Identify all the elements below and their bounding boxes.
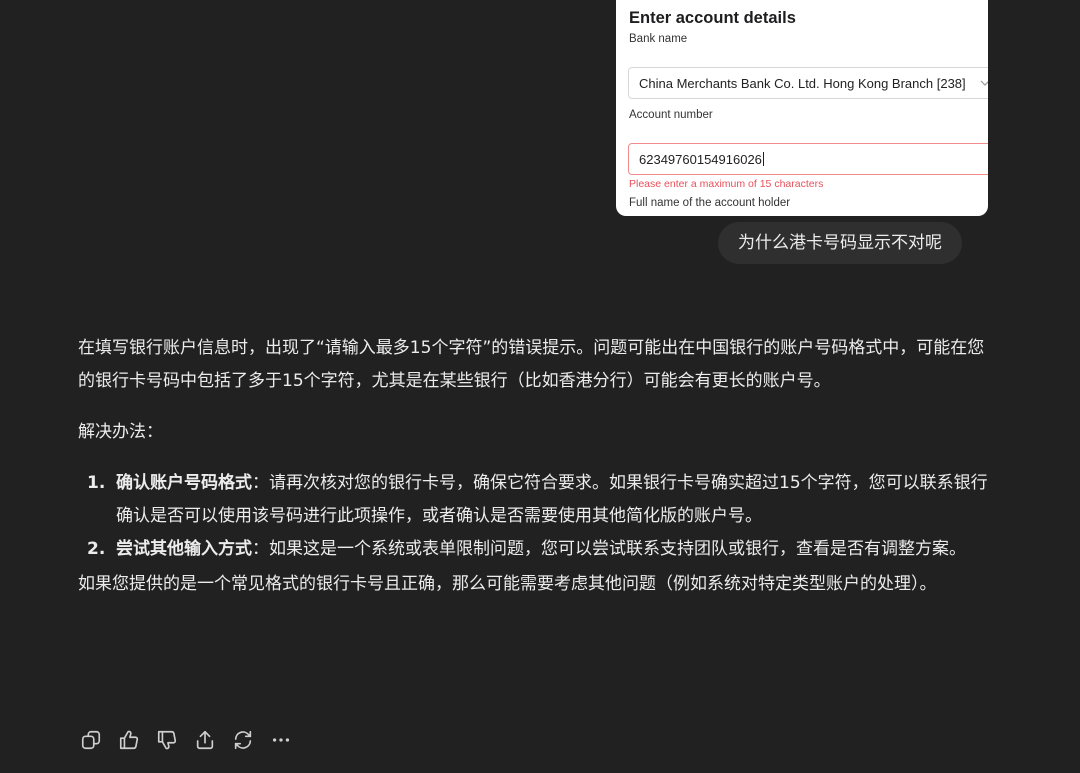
attached-screenshot[interactable]: Enter account details Bank name China Me…	[616, 0, 988, 216]
list-item-title: 尝试其他输入方式	[116, 539, 252, 559]
thumbs-up-button[interactable]	[116, 727, 142, 753]
solutions-list: 确认账户号码格式：请再次核对您的银行卡号，确保它符合要求。如果银行卡号确实超过1…	[78, 467, 992, 566]
regenerate-button[interactable]	[230, 727, 256, 753]
copy-icon	[81, 730, 101, 750]
account-number-label: Account number	[629, 109, 713, 121]
thumbs-down-button[interactable]	[154, 727, 180, 753]
account-holder-label: Full name of the account holder	[629, 197, 791, 209]
assistant-message: 在填写银行账户信息时，出现了“请输入最多15个字符”的错误提示。问题可能出在中国…	[78, 332, 992, 601]
bank-name-select[interactable]: China Merchants Bank Co. Ltd. Hong Kong …	[628, 67, 988, 99]
solutions-heading: 解决办法：	[78, 422, 163, 442]
form-title: Enter account details	[629, 9, 796, 27]
bank-name-value: China Merchants Bank Co. Ltd. Hong Kong …	[639, 76, 966, 91]
bank-name-label: Bank name	[629, 33, 688, 45]
regenerate-icon	[234, 730, 252, 750]
more-icon	[272, 738, 290, 742]
share-button[interactable]	[192, 727, 218, 753]
account-number-error: Please enter a maximum of 15 characters	[629, 178, 824, 190]
assistant-intro: 在填写银行账户信息时，出现了“请输入最多15个字符”的错误提示。问题可能出在中国…	[78, 338, 985, 391]
list-item: 尝试其他输入方式：如果这是一个系统或表单限制问题，您可以尝试联系支持团队或银行，…	[87, 533, 992, 566]
account-number-value: 62349760154916026	[639, 152, 762, 167]
copy-button[interactable]	[78, 727, 104, 753]
thumbs-down-icon	[157, 730, 177, 750]
assistant-closing: 如果您提供的是一个常见格式的银行卡号且正确，那么可能需要考虑其他问题（例如系统对…	[78, 574, 937, 594]
user-message-bubble: 为什么港卡号码显示不对呢	[718, 222, 962, 264]
chevron-down-icon	[980, 80, 988, 86]
chat-page: Enter account details Bank name China Me…	[0, 0, 1080, 773]
more-button[interactable]	[268, 727, 294, 753]
message-actions	[78, 727, 294, 753]
text-caret	[762, 152, 764, 166]
thumbs-up-icon	[119, 730, 139, 750]
list-item: 确认账户号码格式：请再次核对您的银行卡号，确保它符合要求。如果银行卡号确实超过1…	[87, 467, 992, 533]
account-number-value-wrap: 62349760154916026	[639, 152, 764, 167]
share-icon	[196, 730, 214, 750]
account-number-input[interactable]: 62349760154916026	[628, 143, 988, 175]
list-item-title: 确认账户号码格式	[116, 473, 252, 493]
list-item-text: ：如果这是一个系统或表单限制问题，您可以尝试联系支持团队或银行，查看是否有调整方…	[252, 539, 966, 559]
